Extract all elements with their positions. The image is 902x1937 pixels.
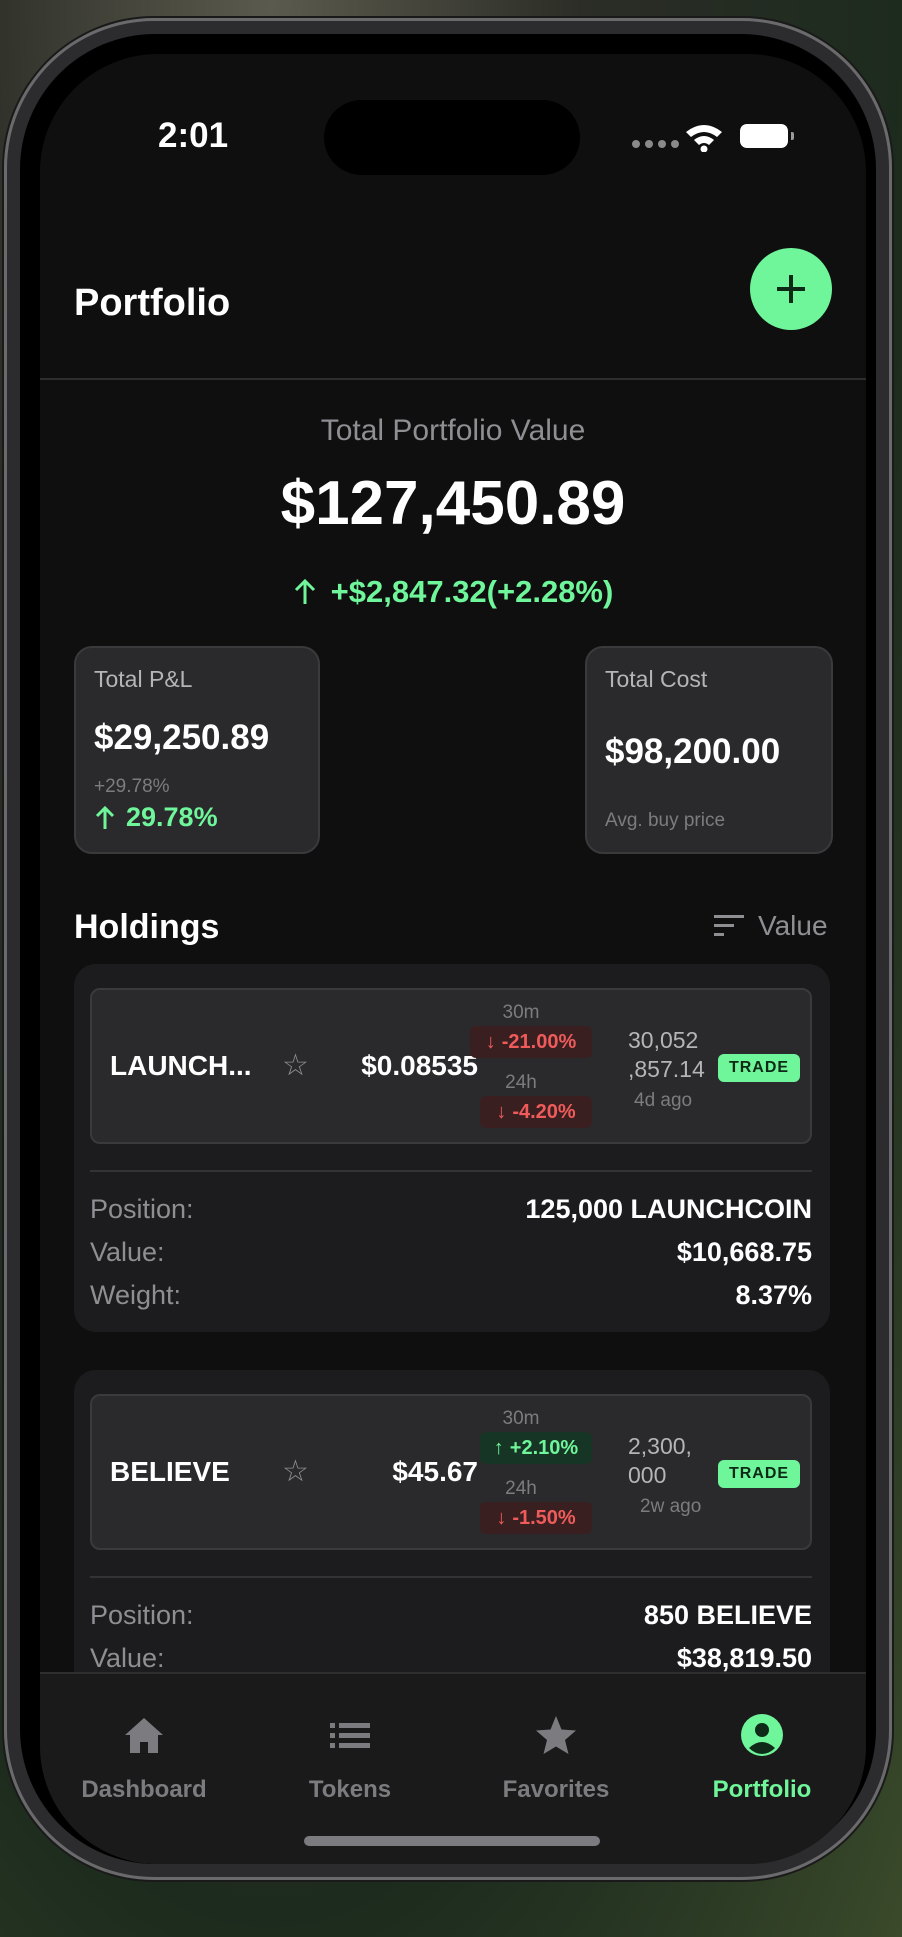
battery-icon — [740, 124, 794, 148]
token-row[interactable]: LAUNCH... ☆ $0.08535 30m ↓ -21.00% 24h ↓… — [90, 988, 812, 1144]
weight-row: Weight: 8.37% — [90, 1280, 812, 1311]
value-key: Value: — [90, 1643, 165, 1673]
value-key: Value: — [90, 1237, 165, 1267]
tab-dashboard[interactable]: Dashboard — [44, 1712, 244, 1804]
weight-key: Weight: — [90, 1280, 182, 1310]
pnl-percent: 29.78% — [94, 802, 218, 833]
change-value: -1.50% — [512, 1506, 576, 1529]
weight-value: 8.37% — [735, 1280, 812, 1310]
token-row[interactable]: BELIEVE ☆ $45.67 30m ↑ +2.10% 24h ↓ -1.5… — [90, 1394, 812, 1550]
phone-frame: 2:01 Portfolio Total Portfolio Value $12… — [4, 18, 892, 1880]
total-change-text: +$2,847.32(+2.28%) — [330, 574, 614, 609]
tab-favorites[interactable]: Favorites — [456, 1712, 656, 1804]
sort-label: Value — [758, 910, 828, 941]
header-divider — [40, 378, 866, 380]
position-key: Position: — [90, 1600, 194, 1630]
position-value: 125,000 LAUNCHCOIN — [525, 1194, 812, 1224]
arrow-up-icon: ↑ — [493, 1436, 504, 1459]
total-portfolio-label: Total Portfolio Value — [320, 414, 586, 447]
pnl-label: Total P&L — [94, 666, 193, 692]
arrow-down-icon: ↓ — [496, 1506, 507, 1529]
pnl-subtext: +29.78% — [94, 776, 170, 797]
change-value: +2.10% — [509, 1436, 579, 1459]
star-icon[interactable]: ☆ — [282, 1454, 309, 1489]
home-icon — [125, 1718, 163, 1753]
star-icon — [536, 1716, 576, 1754]
timeframe-label: 24h — [505, 1072, 537, 1093]
add-holding-button[interactable] — [750, 248, 832, 330]
position-key: Position: — [90, 1194, 194, 1224]
user-circle-icon — [741, 1714, 783, 1756]
cellular-signal-icon — [632, 140, 679, 148]
tab-label: Tokens — [308, 1776, 392, 1803]
timeframe-label: 30m — [502, 1408, 540, 1429]
change-badge: ↓ -21.00% — [470, 1026, 592, 1058]
tab-tokens[interactable]: Tokens — [250, 1712, 450, 1804]
arrow-up-icon — [294, 578, 315, 604]
list-icon — [330, 1723, 370, 1748]
holdings-title: Holdings — [74, 908, 220, 946]
position-value: 850 BELIEVE — [643, 1600, 812, 1630]
pnl-percent-text: 29.78% — [126, 802, 218, 832]
cost-value: $98,200.00 — [605, 732, 781, 771]
tab-label: Favorites — [502, 1776, 610, 1803]
wifi-icon — [684, 122, 724, 157]
holding-card[interactable]: LAUNCH... ☆ $0.08535 30m ↓ -21.00% 24h ↓… — [74, 964, 830, 1332]
timeframe-label: 30m — [502, 1002, 540, 1023]
arrow-down-icon: ↓ — [485, 1030, 496, 1053]
position-row: Position: 125,000 LAUNCHCOIN — [90, 1194, 812, 1225]
screen: 2:01 Portfolio Total Portfolio Value $12… — [40, 54, 866, 1864]
pnl-value: $29,250.89 — [94, 718, 270, 757]
tab-portfolio[interactable]: Portfolio — [662, 1712, 862, 1804]
token-name: BELIEVE — [110, 1456, 230, 1487]
tab-label: Dashboard — [81, 1776, 207, 1803]
volume-value: 30,052 ,857.14 — [628, 1027, 705, 1082]
age-label: 4d ago — [634, 1090, 693, 1111]
position-row: Position: 850 BELIEVE — [90, 1600, 812, 1631]
page-title: Portfolio — [74, 282, 231, 324]
change-value: -4.20% — [512, 1100, 576, 1123]
card-divider — [90, 1170, 812, 1172]
value-value: $38,819.50 — [676, 1643, 812, 1673]
change-badge: ↑ +2.10% — [480, 1432, 592, 1464]
timeframe-label: 24h — [505, 1478, 537, 1499]
token-name: LAUNCH... — [110, 1050, 252, 1081]
card-divider — [90, 1576, 812, 1578]
status-time: 2:01 — [158, 116, 229, 155]
star-icon[interactable]: ☆ — [282, 1048, 309, 1083]
arrow-up-icon — [95, 805, 115, 829]
total-portfolio-change: +$2,847.32(+2.28%) — [40, 574, 866, 610]
trade-button[interactable]: TRADE — [718, 1054, 800, 1082]
age-label: 2w ago — [640, 1496, 702, 1517]
holding-card[interactable]: BELIEVE ☆ $45.67 30m ↑ +2.10% 24h ↓ -1.5… — [74, 1370, 830, 1710]
total-pnl-card: Total P&L $29,250.89 +29.78% 29.78% — [74, 646, 320, 854]
cost-label: Total Cost — [605, 666, 708, 692]
plus-icon — [777, 275, 805, 303]
value-value: $10,668.75 — [676, 1237, 812, 1267]
value-row: Value: $38,819.50 — [90, 1643, 812, 1674]
volume-value: 2,300, 000 — [628, 1433, 692, 1488]
total-cost-card: Total Cost $98,200.00 Avg. buy price — [585, 646, 833, 854]
token-price: $45.67 — [392, 1456, 478, 1487]
token-price: $0.08535 — [361, 1050, 478, 1081]
change-badge: ↓ -1.50% — [480, 1502, 592, 1534]
sort-icon — [714, 915, 744, 936]
cost-subtext: Avg. buy price — [605, 810, 726, 831]
value-row: Value: $10,668.75 — [90, 1237, 812, 1268]
total-portfolio-value: $127,450.89 — [280, 469, 626, 538]
change-value: -21.00% — [501, 1030, 577, 1053]
home-indicator — [304, 1836, 600, 1846]
dynamic-island — [324, 100, 580, 175]
change-badge: ↓ -4.20% — [480, 1096, 592, 1128]
arrow-down-icon: ↓ — [496, 1100, 507, 1123]
sort-control[interactable]: Value — [712, 910, 828, 942]
tab-label: Portfolio — [712, 1776, 812, 1803]
trade-button[interactable]: TRADE — [718, 1460, 800, 1488]
